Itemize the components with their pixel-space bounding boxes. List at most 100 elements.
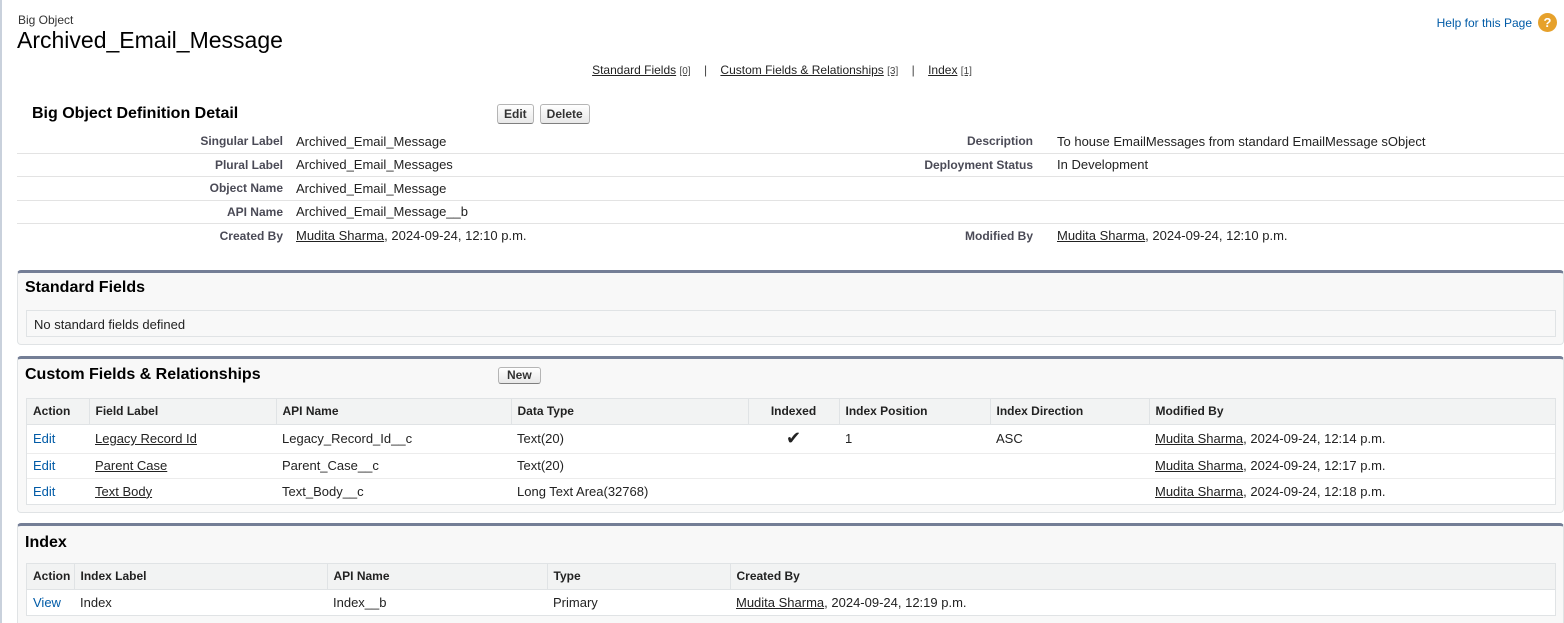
- index-api-name: Index__b: [333, 594, 387, 610]
- modified-by-user-link[interactable]: Mudita Sharma: [1155, 458, 1243, 473]
- edit-field-link[interactable]: Edit: [33, 458, 55, 473]
- standard-fields-title: Standard Fields: [25, 279, 146, 296]
- modified-by-user-link[interactable]: Mudita Sharma: [1155, 431, 1243, 446]
- nav-index-count[interactable]: [1]: [961, 66, 972, 77]
- object-name-label: Object Name: [209, 181, 283, 196]
- column-header[interactable]: Index Position: [839, 399, 991, 425]
- field-label-link[interactable]: Text Body: [95, 484, 152, 499]
- help-icon[interactable]: ?: [1538, 13, 1557, 32]
- modified-by-value: Mudita Sharma, 2024-09-24, 12:10 p.m.: [1057, 228, 1564, 243]
- field-api-name: Text_Body__c: [282, 483, 364, 499]
- table-row: Edit Legacy Record Id Legacy_Record_Id__…: [27, 424, 1555, 454]
- index-type: Primary: [553, 594, 598, 610]
- checkmark-icon: ✔: [785, 428, 802, 448]
- page-title: Archived_Email_Message: [17, 27, 283, 53]
- created-by-label: Created By: [219, 228, 283, 243]
- custom-fields-section: Custom Fields & Relationships New Action…: [17, 356, 1564, 513]
- created-date: , 2024-09-24, 12:19 p.m.: [824, 594, 967, 610]
- api-name-label: API Name: [226, 204, 283, 219]
- custom-fields-table: Action Field Label API Name Data Type In…: [26, 398, 1556, 505]
- modified-date: , 2024-09-24, 12:18 p.m.: [1243, 483, 1386, 499]
- column-header[interactable]: Index Direction: [990, 399, 1150, 425]
- nav-custom-fields-count[interactable]: [3]: [887, 66, 898, 77]
- created-by-date: , 2024-09-24, 12:10 p.m.: [384, 228, 527, 244]
- column-header[interactable]: API Name: [327, 564, 548, 590]
- new-field-button[interactable]: New: [498, 367, 541, 384]
- table-header-row: Action Field Label API Name Data Type In…: [27, 399, 1555, 425]
- plural-label-value: Archived_Email_Messages: [296, 157, 453, 173]
- column-header[interactable]: Data Type: [511, 399, 749, 425]
- delete-button[interactable]: Delete: [539, 104, 590, 124]
- view-index-link[interactable]: View: [33, 595, 61, 610]
- related-list-nav: Standard Fields [0] | Custom Fields & Re…: [0, 63, 1564, 77]
- deployment-status-label: Deployment Status: [924, 157, 1033, 172]
- standard-fields-section: Standard Fields No standard fields defin…: [17, 270, 1564, 345]
- edit-field-link[interactable]: Edit: [33, 431, 55, 446]
- api-name-value: Archived_Email_Message__b: [296, 204, 468, 220]
- column-header[interactable]: Index Label: [74, 564, 328, 590]
- edit-field-link[interactable]: Edit: [33, 484, 55, 499]
- modified-date: , 2024-09-24, 12:17 p.m.: [1243, 458, 1386, 473]
- singular-label-label: Singular Label: [200, 134, 283, 149]
- field-data-type: Long Text Area(32768): [517, 483, 649, 499]
- nav-separator: |: [911, 63, 915, 77]
- created-by-user-link[interactable]: Mudita Sharma: [736, 595, 824, 610]
- column-header[interactable]: Created By: [730, 564, 1555, 590]
- column-header[interactable]: Type: [547, 564, 731, 590]
- standard-fields-empty-text: No standard fields defined: [34, 317, 186, 332]
- field-data-type: Text(20): [511, 424, 748, 454]
- table-row: View Index Index__b Primary Mudita Sharm…: [27, 589, 1555, 615]
- help-link-text[interactable]: Help for this Page: [1437, 16, 1532, 30]
- column-header: Action: [27, 399, 90, 425]
- index-table: Action Index Label API Name Type Created…: [26, 563, 1556, 616]
- object-type-label: Big Object: [18, 13, 74, 27]
- modified-by-user-link[interactable]: Mudita Sharma: [1057, 228, 1145, 243]
- singular-label-value: Archived_Email_Message: [296, 133, 447, 149]
- field-index-direction: [990, 453, 1149, 479]
- table-row: Edit Text Body Text_Body__c Long Text Ar…: [27, 478, 1555, 504]
- index-section: Index Action Index Label API Name Type C…: [17, 523, 1564, 623]
- column-header: Action: [27, 564, 75, 590]
- field-index-position: [839, 453, 990, 479]
- table-row: Edit Parent Case Parent_Case__c Text(20)…: [27, 453, 1555, 479]
- column-header[interactable]: API Name: [276, 399, 512, 425]
- nav-standard-fields[interactable]: Standard Fields: [592, 63, 676, 77]
- detail-row: Object Name Archived_Email_Message: [17, 177, 1564, 201]
- nav-standard-fields-count[interactable]: [0]: [679, 66, 690, 77]
- field-api-name: Legacy_Record_Id__c: [276, 424, 511, 454]
- table-header-row: Action Index Label API Name Type Created…: [27, 564, 1555, 590]
- field-index-position: 1: [839, 424, 990, 454]
- modified-by-date: , 2024-09-24, 12:10 p.m.: [1145, 228, 1288, 244]
- column-header[interactable]: Field Label: [89, 399, 277, 425]
- field-label-link[interactable]: Legacy Record Id: [95, 431, 197, 446]
- plural-label-label: Plural Label: [214, 157, 283, 172]
- object-name-value: Archived_Email_Message: [296, 180, 447, 196]
- field-label-link[interactable]: Parent Case: [95, 458, 167, 473]
- detail-row: Singular Label Archived_Email_Message De…: [17, 130, 1564, 154]
- custom-fields-title: Custom Fields & Relationships: [25, 366, 261, 383]
- field-index-direction: [990, 478, 1149, 504]
- description-value: To house EmailMessages from standard Ema…: [1057, 133, 1426, 149]
- created-by-user-link[interactable]: Mudita Sharma: [296, 228, 384, 243]
- column-header[interactable]: Indexed: [748, 399, 840, 425]
- help-link[interactable]: Help for this Page ?: [1437, 13, 1557, 32]
- nav-index[interactable]: Index: [928, 63, 957, 77]
- created-by-value: Mudita Sharma, 2024-09-24, 12:10 p.m.: [295, 228, 917, 243]
- modified-by-label: Modified By: [965, 228, 1033, 243]
- modified-date: , 2024-09-24, 12:14 p.m.: [1243, 431, 1386, 446]
- nav-separator: |: [703, 63, 708, 77]
- detail-row: API Name Archived_Email_Message__b: [17, 201, 1564, 224]
- field-index-position: [839, 478, 990, 504]
- detail-title: Big Object Definition Detail: [32, 105, 239, 122]
- detail-row: Created By Mudita Sharma, 2024-09-24, 12…: [17, 224, 1564, 248]
- definition-detail: Big Object Definition Detail Edit Delete…: [17, 100, 1564, 248]
- edit-button[interactable]: Edit: [497, 104, 534, 124]
- index-title: Index: [25, 534, 67, 551]
- detail-row: Plural Label Archived_Email_Messages Dep…: [17, 154, 1564, 177]
- description-label: Description: [966, 134, 1033, 149]
- standard-fields-empty: No standard fields defined: [26, 310, 1556, 337]
- modified-by-user-link[interactable]: Mudita Sharma: [1155, 484, 1243, 499]
- deployment-status-value: In Development: [1057, 157, 1149, 173]
- column-header[interactable]: Modified By: [1149, 399, 1555, 425]
- nav-custom-fields[interactable]: Custom Fields & Relationships: [720, 63, 883, 77]
